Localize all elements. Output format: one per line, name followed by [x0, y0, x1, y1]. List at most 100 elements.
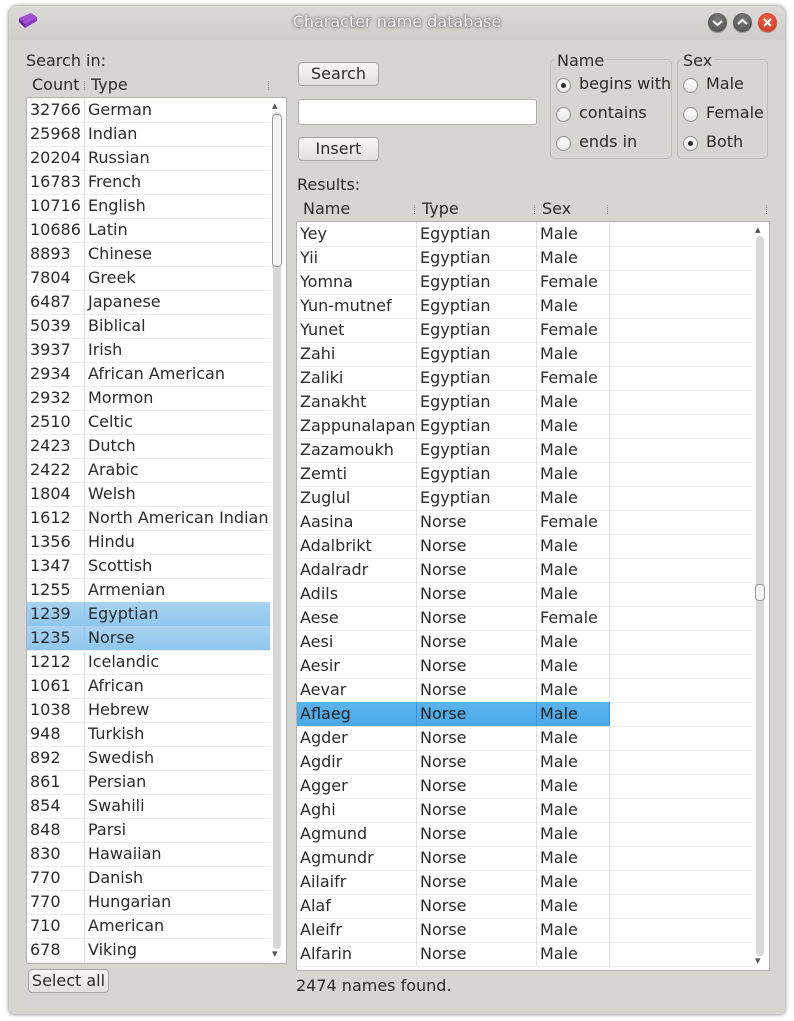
list-item[interactable]: 2932 Mormon [27, 386, 270, 411]
table-row[interactable]: Ailaifr Norse Male [297, 870, 753, 895]
list-item[interactable]: 1235 Norse [27, 626, 270, 651]
type-list[interactable]: 32766 German 25968 Indian 20204 Russian 16783 F… [26, 97, 287, 964]
list-item[interactable]: 3937 Irish [27, 338, 270, 363]
list-item[interactable]: 848 Parsi [27, 818, 270, 843]
table-row[interactable]: Zuglul Egyptian Male [297, 486, 753, 511]
results-list[interactable]: Yey Egyptian Male Yii Egyptian Male Yomna Egypt… [296, 221, 770, 971]
list-item[interactable]: 6487 Japanese [27, 290, 270, 315]
scroll-thumb[interactable] [755, 584, 765, 601]
scroll-up-arrow-icon[interactable]: ▴ [272, 99, 278, 112]
select-all-button[interactable]: Select all [28, 969, 109, 993]
radio-button[interactable] [556, 136, 571, 151]
table-row[interactable]: Yomna Egyptian Female [297, 270, 753, 295]
list-item[interactable]: 770 Hungarian [27, 890, 270, 915]
list-item[interactable]: 1612 North American Indian [27, 506, 270, 531]
table-row[interactable]: Agdir Norse Male [297, 750, 753, 775]
table-row[interactable]: Zazamoukh Egyptian Male [297, 438, 753, 463]
column-header-count[interactable]: Count [32, 75, 80, 94]
table-row[interactable]: Aesir Norse Male [297, 654, 753, 679]
list-item[interactable]: 16783 French [27, 170, 270, 195]
table-row[interactable]: Adalbrikt Norse Male [297, 534, 753, 559]
list-item[interactable]: 678 Viking [27, 938, 270, 963]
radio-button[interactable] [556, 107, 571, 122]
table-row[interactable]: Zahi Egyptian Male [297, 342, 753, 367]
table-row[interactable]: Aevar Norse Male [297, 678, 753, 703]
table-row[interactable]: Agder Norse Male [297, 726, 753, 751]
table-row[interactable]: Yey Egyptian Male [297, 222, 753, 247]
table-row[interactable]: Aese Norse Female [297, 606, 753, 631]
column-header-type[interactable]: Type [91, 75, 128, 94]
title-bar[interactable]: Character name database [9, 6, 785, 40]
list-item[interactable]: 10716 English [27, 194, 270, 219]
table-row[interactable]: Agger Norse Male [297, 774, 753, 799]
table-row[interactable]: Adils Norse Male [297, 582, 753, 607]
radio-label[interactable]: Male [706, 74, 744, 93]
results-scrollbar[interactable]: ▴ ▾ [753, 222, 767, 970]
radio-label[interactable]: ends in [579, 132, 637, 151]
table-row[interactable]: Aghi Norse Male [297, 798, 753, 823]
scroll-down-arrow-icon[interactable]: ▾ [272, 947, 278, 960]
list-item[interactable]: 7804 Greek [27, 266, 270, 291]
table-row[interactable]: Alaf Norse Male [297, 894, 753, 919]
list-item[interactable]: 892 Swedish [27, 746, 270, 771]
table-row[interactable]: Aflaeg Norse Male [297, 702, 753, 727]
table-row[interactable]: Zaliki Egyptian Female [297, 366, 753, 391]
list-item[interactable]: 948 Turkish [27, 722, 270, 747]
table-row[interactable]: Zemti Egyptian Male [297, 462, 753, 487]
radio-button[interactable] [556, 78, 571, 93]
list-item[interactable]: 1239 Egyptian [27, 602, 270, 627]
table-row[interactable]: Yunet Egyptian Female [297, 318, 753, 343]
list-item[interactable]: 1347 Scottish [27, 554, 270, 579]
table-row[interactable]: Yun-mutnef Egyptian Male [297, 294, 753, 319]
maximize-button[interactable] [733, 13, 752, 32]
radio-button[interactable] [683, 78, 698, 93]
list-item[interactable]: 1212 Icelandic [27, 650, 270, 675]
search-button[interactable]: Search [298, 62, 379, 86]
table-row[interactable]: Aleifr Norse Male [297, 918, 753, 943]
scroll-thumb[interactable] [272, 114, 282, 267]
table-row[interactable]: Alfarin Norse Male [297, 942, 753, 967]
list-item[interactable]: 10686 Latin [27, 218, 270, 243]
list-item[interactable]: 710 American [27, 914, 270, 939]
list-item[interactable]: 830 Hawaiian [27, 842, 270, 867]
table-row[interactable]: Adalradr Norse Male [297, 558, 753, 583]
list-item[interactable]: 1356 Hindu [27, 530, 270, 555]
table-row[interactable]: Agmund Norse Male [297, 822, 753, 847]
table-row[interactable]: Yii Egyptian Male [297, 246, 753, 271]
scroll-down-arrow-icon[interactable]: ▾ [755, 954, 761, 967]
radio-button[interactable] [683, 107, 698, 122]
radio-label[interactable]: Female [706, 103, 764, 122]
list-item[interactable]: 1038 Hebrew [27, 698, 270, 723]
list-item[interactable]: 1804 Welsh [27, 482, 270, 507]
table-row[interactable]: Zanakht Egyptian Male [297, 390, 753, 415]
table-row[interactable]: Agmundr Norse Male [297, 846, 753, 871]
minimize-button[interactable] [708, 13, 727, 32]
list-item[interactable]: 1255 Armenian [27, 578, 270, 603]
table-row[interactable]: Aasina Norse Female [297, 510, 753, 535]
list-item[interactable]: 25968 Indian [27, 122, 270, 147]
table-row[interactable]: Zappunalapan Egyptian Male [297, 414, 753, 439]
list-item[interactable]: 8893 Chinese [27, 242, 270, 267]
radio-label[interactable]: begins with [579, 74, 671, 93]
list-item[interactable]: 32766 German [27, 98, 270, 123]
list-item[interactable]: 20204 Russian [27, 146, 270, 171]
list-item[interactable]: 861 Persian [27, 770, 270, 795]
column-header-sex[interactable]: Sex [542, 199, 571, 218]
list-item[interactable]: 854 Swahili [27, 794, 270, 819]
close-button[interactable] [758, 13, 777, 32]
list-item[interactable]: 2423 Dutch [27, 434, 270, 459]
list-item[interactable]: 770 Danish [27, 866, 270, 891]
search-input[interactable] [298, 99, 537, 125]
insert-button[interactable]: Insert [298, 137, 379, 161]
list-item[interactable]: 5039 Biblical [27, 314, 270, 339]
list-item[interactable]: 2422 Arabic [27, 458, 270, 483]
radio-button[interactable] [683, 136, 698, 151]
radio-label[interactable]: contains [579, 103, 647, 122]
table-row[interactable]: Aesi Norse Male [297, 630, 753, 655]
list-item[interactable]: 1061 African [27, 674, 270, 699]
radio-label[interactable]: Both [706, 132, 743, 151]
list-item[interactable]: 2510 Celtic [27, 410, 270, 435]
column-header-name[interactable]: Name [303, 199, 350, 218]
scroll-up-arrow-icon[interactable]: ▴ [755, 223, 761, 236]
type-list-scrollbar[interactable]: ▴ ▾ [270, 98, 284, 963]
